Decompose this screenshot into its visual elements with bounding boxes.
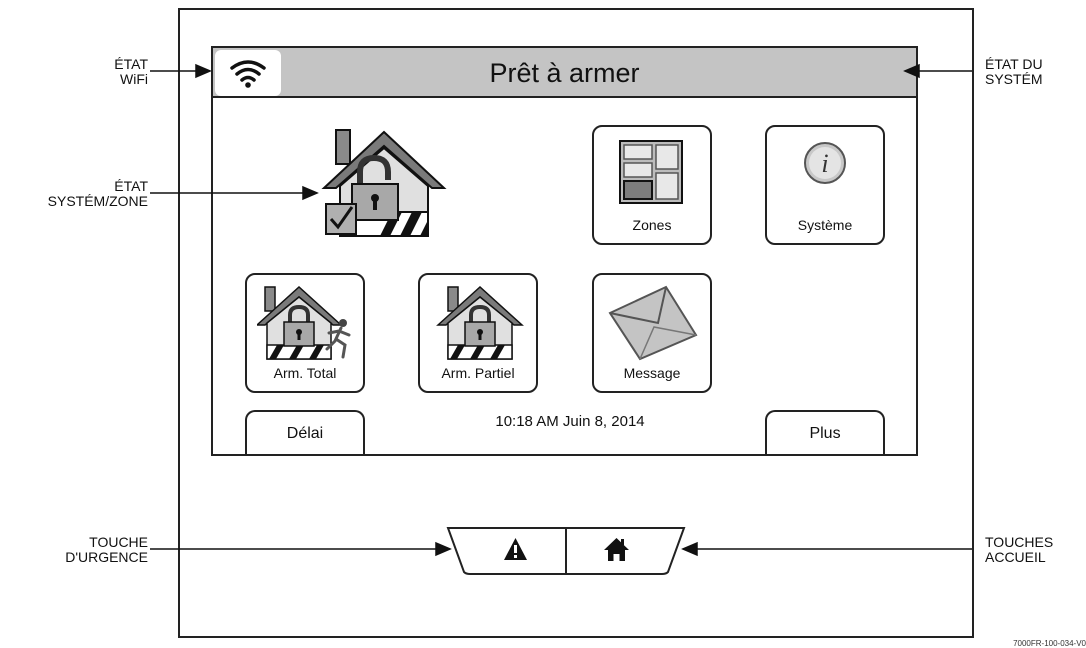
home-icon: [604, 538, 629, 561]
house-lock-icon: [436, 285, 524, 360]
zones-button[interactable]: Zones: [592, 125, 712, 245]
arm-total-button[interactable]: Arm. Total: [245, 273, 365, 393]
home-key[interactable]: [567, 528, 666, 574]
system-button[interactable]: i Système: [765, 125, 885, 245]
message-button[interactable]: Message: [592, 273, 712, 393]
more-button[interactable]: Plus: [765, 410, 885, 454]
zones-icon: [619, 140, 683, 204]
date-time: 10:18 AM Juin 8, 2014: [495, 413, 645, 430]
message-label: Message: [623, 365, 681, 381]
arm-total-label: Arm. Total: [273, 365, 337, 381]
info-icon: i: [804, 142, 846, 184]
figure-id: 7000FR-100-034-V0: [1013, 639, 1086, 648]
emergency-key[interactable]: [466, 528, 565, 574]
arm-partiel-button[interactable]: Arm. Partiel: [418, 273, 538, 393]
zones-label: Zones: [632, 217, 672, 233]
system-status-title: Prêt à armer: [489, 58, 640, 88]
wifi-icon: [230, 60, 266, 88]
callout-home-keys: TOUCHES ACCUEIL: [985, 534, 1054, 565]
delay-button[interactable]: Délai: [245, 410, 365, 454]
callout-system-zone-status: ÉTAT SYSTÉM/ZONE: [47, 178, 148, 209]
wifi-status-button[interactable]: [215, 50, 281, 96]
callout-emergency-key: TOUCHE D'URGENCE: [65, 534, 148, 565]
system-label: Système: [797, 217, 853, 233]
house-lock-runner-icon: [257, 285, 351, 360]
envelope-icon: [608, 285, 698, 361]
house-lock-icon[interactable]: [316, 126, 452, 244]
touch-screen: Prêt à armer Zones i Système Arm. Total …: [211, 46, 918, 456]
warning-icon: [504, 538, 527, 560]
arm-partiel-label: Arm. Partiel: [441, 365, 515, 381]
svg-text:i: i: [821, 149, 828, 178]
callout-system-status: ÉTAT DU SYSTÉM: [985, 56, 1043, 87]
status-bar: Prêt à armer: [213, 48, 916, 98]
callout-wifi-status: ÉTAT WiFi: [114, 56, 148, 87]
